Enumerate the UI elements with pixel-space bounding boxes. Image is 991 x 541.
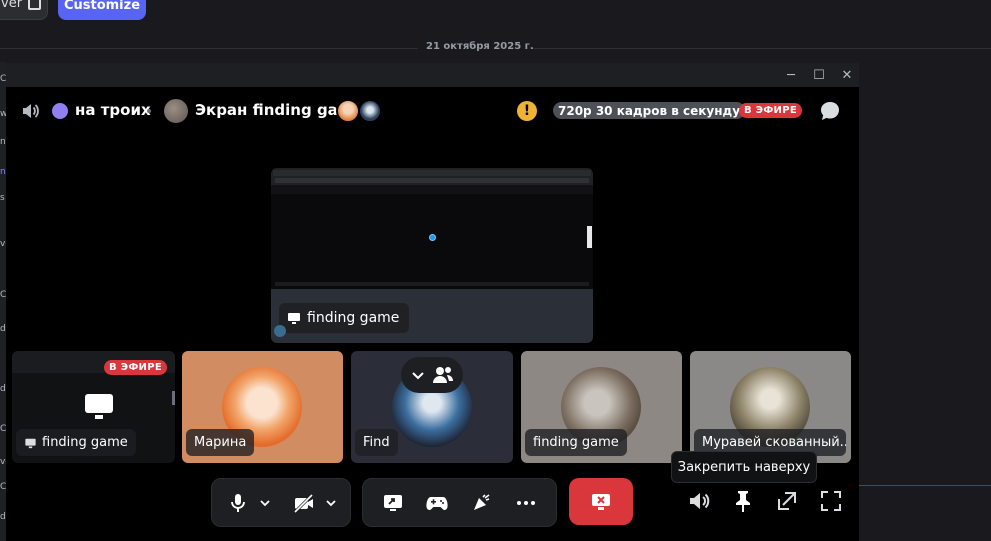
maximize-button[interactable]: ☐: [805, 63, 833, 87]
stream-browser-tabs: [273, 170, 591, 176]
volume-button[interactable]: [685, 487, 713, 515]
date-divider: 21 октября 2025 г.: [426, 41, 534, 52]
pin-button[interactable]: [729, 487, 757, 515]
popout-button[interactable]: [773, 487, 801, 515]
voice-controls-group: [211, 478, 351, 527]
tile-label: finding game: [16, 429, 136, 456]
focused-stream-label-text: finding game: [307, 310, 400, 326]
stream-browser-urlbar: [275, 178, 589, 183]
chat-icon[interactable]: [819, 100, 841, 122]
tile-live-badge: В ЭФИРЕ: [104, 360, 167, 375]
screen-share-placeholder-icon: [85, 394, 113, 419]
voice-channel-status-dot: [52, 103, 68, 119]
microphone-button[interactable]: [222, 487, 254, 519]
camera-off-icon: [293, 493, 314, 513]
screen-icon: [288, 313, 300, 324]
activity-controls-group: [362, 478, 557, 527]
streamer-mini-avatar: [274, 325, 286, 337]
open-viewer-button[interactable]: ver: [0, 0, 48, 20]
camera-options-button[interactable]: [320, 487, 342, 519]
microphone-options-button[interactable]: [254, 487, 276, 519]
divider-line-right: [532, 48, 991, 49]
camera-button[interactable]: [288, 487, 320, 519]
separator-dot: [147, 109, 151, 113]
live-badge: В ЭФИРЕ: [739, 103, 802, 118]
participant-tile-muravey[interactable]: Муравей скованный...: [690, 351, 851, 463]
microphone-icon: [231, 493, 245, 512]
channel-name[interactable]: на троих: [75, 101, 151, 119]
leave-call-button[interactable]: [569, 478, 633, 525]
screen-icon: [25, 438, 36, 448]
stream-quality-badge: 720p 30 кадров в секунду: [553, 102, 746, 119]
new-messages-line: [858, 485, 991, 486]
fullscreen-icon: [821, 491, 841, 511]
customize-button[interactable]: Customize: [58, 0, 146, 20]
screen-share-button[interactable]: [377, 487, 409, 519]
end-call-icon: [592, 493, 610, 510]
stream-bookmarks-bar: [271, 185, 593, 194]
streamer-avatar: [164, 99, 188, 123]
gamepad-icon: [426, 496, 448, 510]
soundboard-icon: [473, 493, 490, 510]
tile-scrollbar: [172, 391, 175, 405]
pin-icon: [736, 491, 750, 512]
tile-label: Марина: [186, 429, 255, 456]
participant-tile-stream[interactable]: В ЭФИРЕ finding game: [12, 351, 175, 463]
viewer-button-label: ver: [1, 0, 23, 11]
activities-button[interactable]: [421, 487, 453, 519]
more-icon: [516, 500, 535, 505]
viewer-avatar[interactable]: [336, 99, 360, 123]
pin-tooltip: Закрепить наверху: [671, 451, 817, 483]
speaker-icon[interactable]: [20, 101, 40, 121]
fullscreen-button[interactable]: [817, 487, 845, 515]
warning-icon[interactable]: !: [517, 101, 537, 121]
viewer-avatar[interactable]: [358, 99, 382, 123]
popout-icon: [778, 492, 796, 510]
soundboard-button[interactable]: [466, 487, 498, 519]
chevron-down-icon[interactable]: [411, 368, 425, 382]
window-titlebar: ─ ☐ ✕: [6, 63, 859, 87]
people-icon[interactable]: [432, 365, 454, 385]
close-button[interactable]: ✕: [833, 63, 861, 87]
stream-progress-bar: [275, 282, 589, 286]
participant-tile-marina[interactable]: Марина: [182, 351, 343, 463]
stream-side-panel: [587, 226, 592, 248]
participants-toggle[interactable]: [401, 357, 463, 393]
tile-label: Find: [355, 429, 398, 456]
volume-icon: [690, 493, 710, 509]
external-link-icon: [28, 0, 42, 10]
stream-game-dot: [429, 234, 436, 241]
minimize-button[interactable]: ─: [777, 63, 805, 87]
chevron-down-icon: [260, 499, 270, 506]
chevron-down-icon: [326, 499, 336, 506]
participant-tile-finding-game[interactable]: finding game: [521, 351, 682, 463]
more-button[interactable]: [510, 487, 542, 519]
tile-label-text: finding game: [42, 435, 128, 450]
tile-label: finding game: [525, 429, 627, 456]
screen-share-icon: [384, 494, 403, 511]
focused-stream[interactable]: finding game: [271, 168, 593, 343]
stream-browser-toolbar: [271, 168, 593, 185]
focused-stream-label: finding game: [279, 303, 410, 333]
divider-line-left: [0, 48, 418, 49]
